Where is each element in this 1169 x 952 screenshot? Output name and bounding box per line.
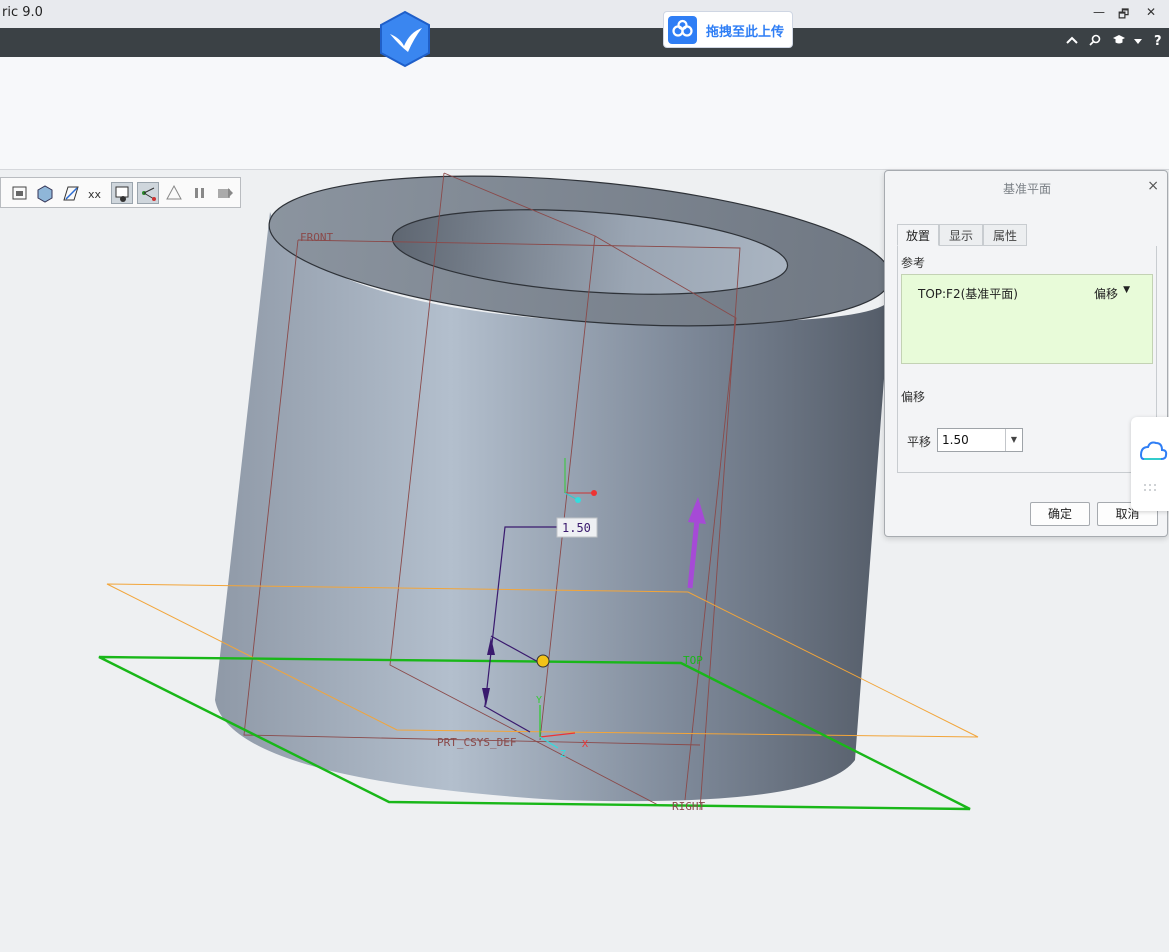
datum-display-icon[interactable]: [60, 182, 82, 204]
view-toolbar: xx: [0, 177, 241, 208]
ribbon: [0, 57, 1169, 170]
cloud-link-icon: [668, 16, 697, 44]
display-style-icon[interactable]: [34, 182, 56, 204]
next-step-icon[interactable]: [214, 182, 236, 204]
upload-label: 拖拽至此上传: [706, 25, 785, 40]
offset-section-label: 偏移: [901, 390, 926, 404]
window-title: ric 9.0: [2, 5, 43, 20]
caret-down-icon[interactable]: ▼: [1123, 285, 1130, 295]
references-label: 参考: [901, 256, 926, 270]
cloud-icon: [1139, 441, 1168, 491]
tab-properties[interactable]: 属性: [983, 224, 1027, 246]
points-display-icon[interactable]: xx: [85, 182, 107, 204]
pause-icon[interactable]: [189, 182, 211, 204]
axis-y-label: Y: [536, 695, 542, 706]
dimension-value[interactable]: 1.50: [562, 521, 591, 535]
floating-cloud-sidebar[interactable]: [1131, 417, 1169, 511]
ok-button[interactable]: 确定: [1030, 502, 1090, 526]
tab-placement[interactable]: 放置: [897, 224, 939, 246]
chevron-up-icon[interactable]: [1066, 34, 1078, 48]
feishu-logo-icon[interactable]: [378, 10, 432, 68]
chevron-down-icon[interactable]: ▼: [1005, 429, 1022, 451]
translate-label: 平移: [907, 435, 932, 449]
reference-item[interactable]: TOP:F2(基准平面): [918, 285, 1018, 302]
origin-point[interactable]: [536, 654, 550, 668]
caret-down-icon[interactable]: [1134, 34, 1142, 48]
spin-center-icon[interactable]: [163, 182, 185, 204]
dialog-title: 基准平面: [1002, 182, 1051, 196]
csys-label: PRT_CSYS_DEF: [437, 736, 516, 749]
annotation-display-icon[interactable]: [111, 182, 133, 204]
menu-bar: [0, 28, 1169, 57]
datum-plane-dialog: 基准平面 × 放置 显示 属性 参考 TOP:F2(基准平面) 偏移 ▼ 偏移 …: [884, 170, 1168, 537]
close-button[interactable]: ✕: [1146, 5, 1156, 19]
search-icon[interactable]: [1089, 34, 1101, 49]
translate-value[interactable]: 1.50: [942, 433, 969, 447]
drag-upload-button[interactable]: 拖拽至此上传: [663, 11, 793, 48]
graduation-cap-icon[interactable]: [1112, 34, 1126, 48]
top-label: TOP: [683, 654, 703, 667]
references-list[interactable]: TOP:F2(基准平面) 偏移 ▼: [901, 274, 1153, 364]
axis-x-label: X: [582, 739, 588, 750]
restore-button[interactable]: 🗗: [1118, 5, 1129, 26]
translate-value-combobox[interactable]: 1.50 ▼: [937, 428, 1023, 452]
axis-z-label: Z: [560, 749, 566, 760]
minimize-button[interactable]: —: [1093, 5, 1105, 19]
right-label: RIGHT: [672, 800, 705, 813]
title-bar: ric 9.0 — 🗗 ✕: [0, 0, 1169, 28]
close-icon[interactable]: ×: [1147, 178, 1159, 194]
saved-views-icon[interactable]: [9, 182, 31, 204]
front-label: FRONT: [300, 231, 333, 244]
tab-display[interactable]: 显示: [939, 224, 983, 246]
csys-display-icon[interactable]: [137, 182, 159, 204]
svg-text:xx: xx: [88, 188, 102, 201]
help-icon[interactable]: ?: [1154, 34, 1162, 49]
constraint-type-dropdown[interactable]: 偏移: [1094, 285, 1118, 302]
